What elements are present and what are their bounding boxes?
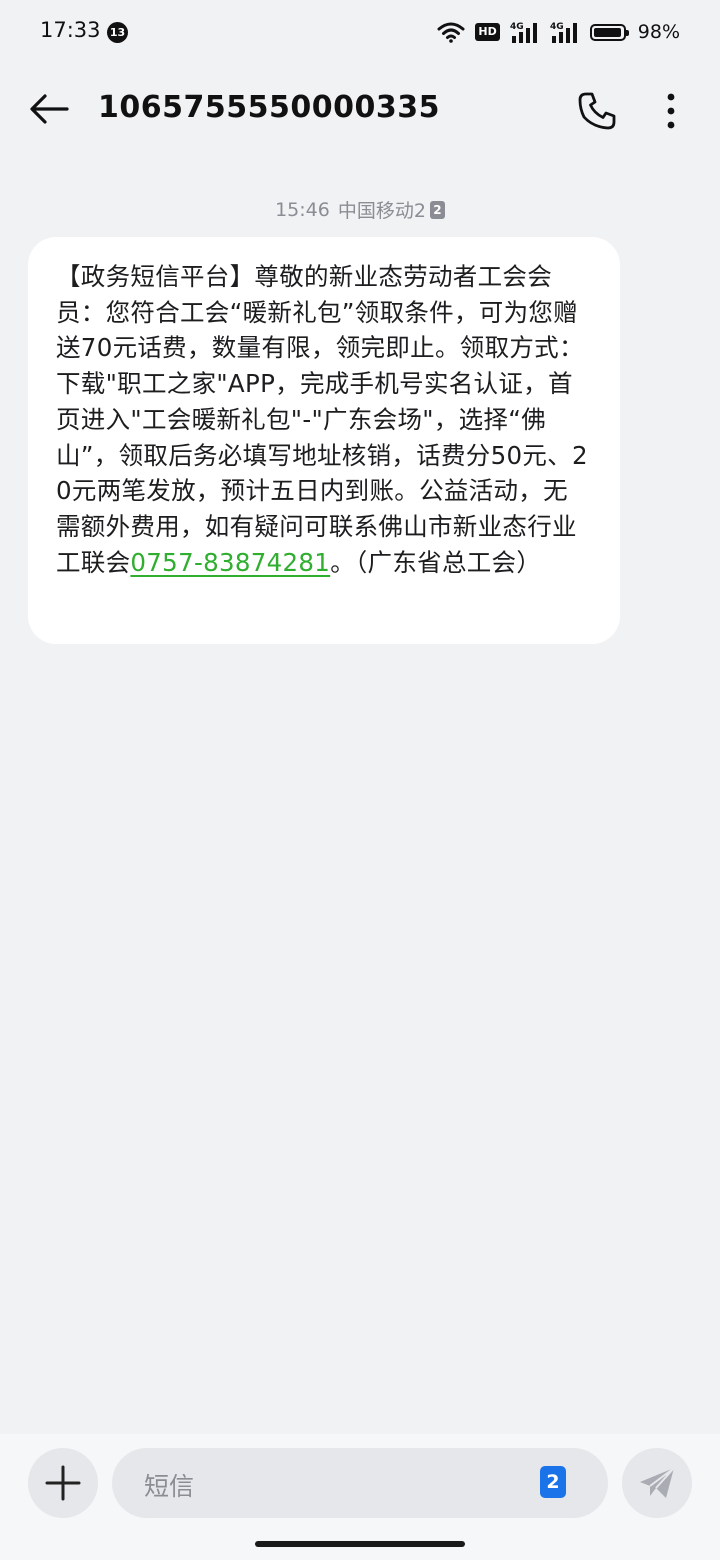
notification-count-badge: 13 — [107, 22, 128, 43]
message-timestamp: 15:46 中国移动2 2 — [0, 196, 720, 223]
hd-voice-badge: HD — [475, 23, 500, 41]
conversation-header: 1065755550000335 — [0, 64, 720, 156]
arrow-left-icon — [30, 94, 69, 124]
message-input-placeholder: 短信 — [144, 1472, 195, 1501]
message-bubble[interactable]: 【政务短信平台】尊敬的新业态劳动者工会会员：您符合工会“暖新礼包”领取条件，可为… — [28, 237, 620, 644]
sms-conversation-screen: 17:33 13 HD 4G 4G 98% 1065755550000335 1… — [0, 0, 720, 1560]
home-indicator[interactable] — [255, 1541, 465, 1547]
message-carrier: 中国移动2 — [337, 200, 426, 222]
status-icons: HD 4G 4G 98% — [437, 18, 680, 46]
plus-icon — [45, 1465, 81, 1501]
signal-4g-icon-2: 4G — [550, 22, 577, 43]
battery-fill — [593, 27, 622, 37]
sim-select-button[interactable]: 2 — [540, 1466, 566, 1498]
back-button[interactable] — [26, 86, 72, 132]
phone-icon — [578, 92, 616, 130]
more-options-button[interactable] — [648, 86, 694, 136]
network-label-1: 4G — [510, 22, 524, 32]
send-button[interactable] — [622, 1448, 692, 1518]
sim-card-icon: 2 — [429, 200, 445, 219]
send-icon — [640, 1467, 675, 1498]
call-button[interactable] — [572, 86, 622, 136]
add-attachment-button[interactable] — [28, 1448, 98, 1518]
battery-percent: 98% — [637, 21, 680, 43]
status-bar: 17:33 13 HD 4G 4G 98% — [0, 0, 720, 64]
battery-icon — [589, 23, 629, 41]
network-label-2: 4G — [550, 22, 564, 32]
status-time: 17:33 — [40, 18, 101, 42]
message-text-tail: 。（广东省总工会） — [330, 547, 542, 577]
message-text: 【政务短信平台】尊敬的新业态劳动者工会会员：您符合工会“暖新礼包”领取条件，可为… — [56, 262, 588, 577]
phone-number-link[interactable]: 0757-83874281 — [130, 548, 330, 577]
message-input[interactable]: 短信 2 — [112, 1448, 608, 1518]
contact-number-title: 1065755550000335 — [98, 90, 440, 125]
more-vertical-icon — [667, 93, 675, 129]
signal-4g-icon: 4G — [510, 22, 537, 43]
wifi-icon — [437, 22, 465, 43]
message-time: 15:46 — [275, 198, 330, 221]
